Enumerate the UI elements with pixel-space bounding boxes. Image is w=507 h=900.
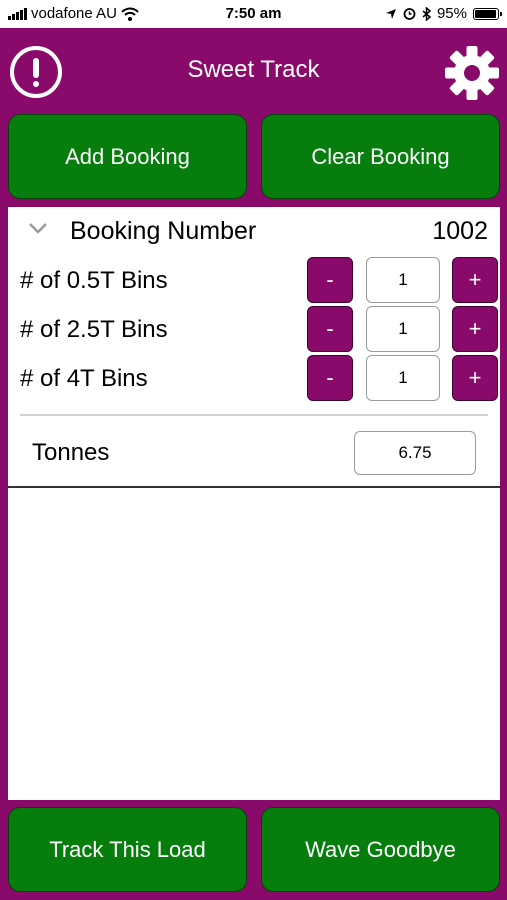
alarm-icon [403, 8, 416, 20]
booking-number-value: 1002 [432, 217, 488, 245]
bin-label: # of 0.5T Bins [20, 267, 168, 294]
decrement-button[interactable]: - [307, 306, 353, 352]
decrement-button[interactable]: - [307, 355, 353, 401]
bin-label: # of 2.5T Bins [20, 316, 168, 343]
status-bar: vodafone AU 7:50 am 95% [0, 0, 507, 28]
page-title: Sweet Track [187, 56, 320, 83]
section-divider [8, 486, 500, 488]
clear-booking-button[interactable]: Clear Booking [261, 114, 500, 199]
add-booking-button[interactable]: Add Booking [8, 114, 247, 199]
bluetooth-icon [422, 6, 431, 21]
battery-icon [473, 7, 502, 20]
bin-quantity-input[interactable] [366, 355, 440, 401]
bin-label: # of 4T Bins [20, 365, 148, 392]
increment-button[interactable]: + [452, 355, 498, 401]
chevron-down-icon[interactable] [28, 221, 48, 235]
bin-row-0-5t: # of 0.5T Bins - + [8, 257, 500, 303]
status-right: 95% [385, 5, 502, 22]
bin-quantity-input[interactable] [366, 306, 440, 352]
increment-button[interactable]: + [452, 257, 498, 303]
booking-header-row[interactable]: Booking Number 1002 [8, 207, 500, 255]
increment-button[interactable]: + [452, 306, 498, 352]
bin-quantity-input[interactable] [366, 257, 440, 303]
booking-panel: Booking Number 1002 # of 0.5T Bins - + #… [8, 207, 500, 800]
app-header: Sweet Track [0, 28, 507, 112]
bin-row-4t: # of 4T Bins - + [8, 355, 500, 401]
tonnes-field[interactable] [354, 431, 476, 475]
divider [20, 414, 488, 416]
decrement-button[interactable]: - [307, 257, 353, 303]
location-arrow-icon [385, 8, 396, 19]
tonnes-label: Tonnes [32, 439, 110, 466]
wave-goodbye-button[interactable]: Wave Goodbye [261, 807, 500, 892]
gear-icon[interactable] [444, 45, 500, 101]
booking-number-label: Booking Number [70, 217, 257, 245]
bin-row-2-5t: # of 2.5T Bins - + [8, 306, 500, 352]
track-load-button[interactable]: Track This Load [8, 807, 247, 892]
battery-percent: 95% [436, 5, 467, 22]
